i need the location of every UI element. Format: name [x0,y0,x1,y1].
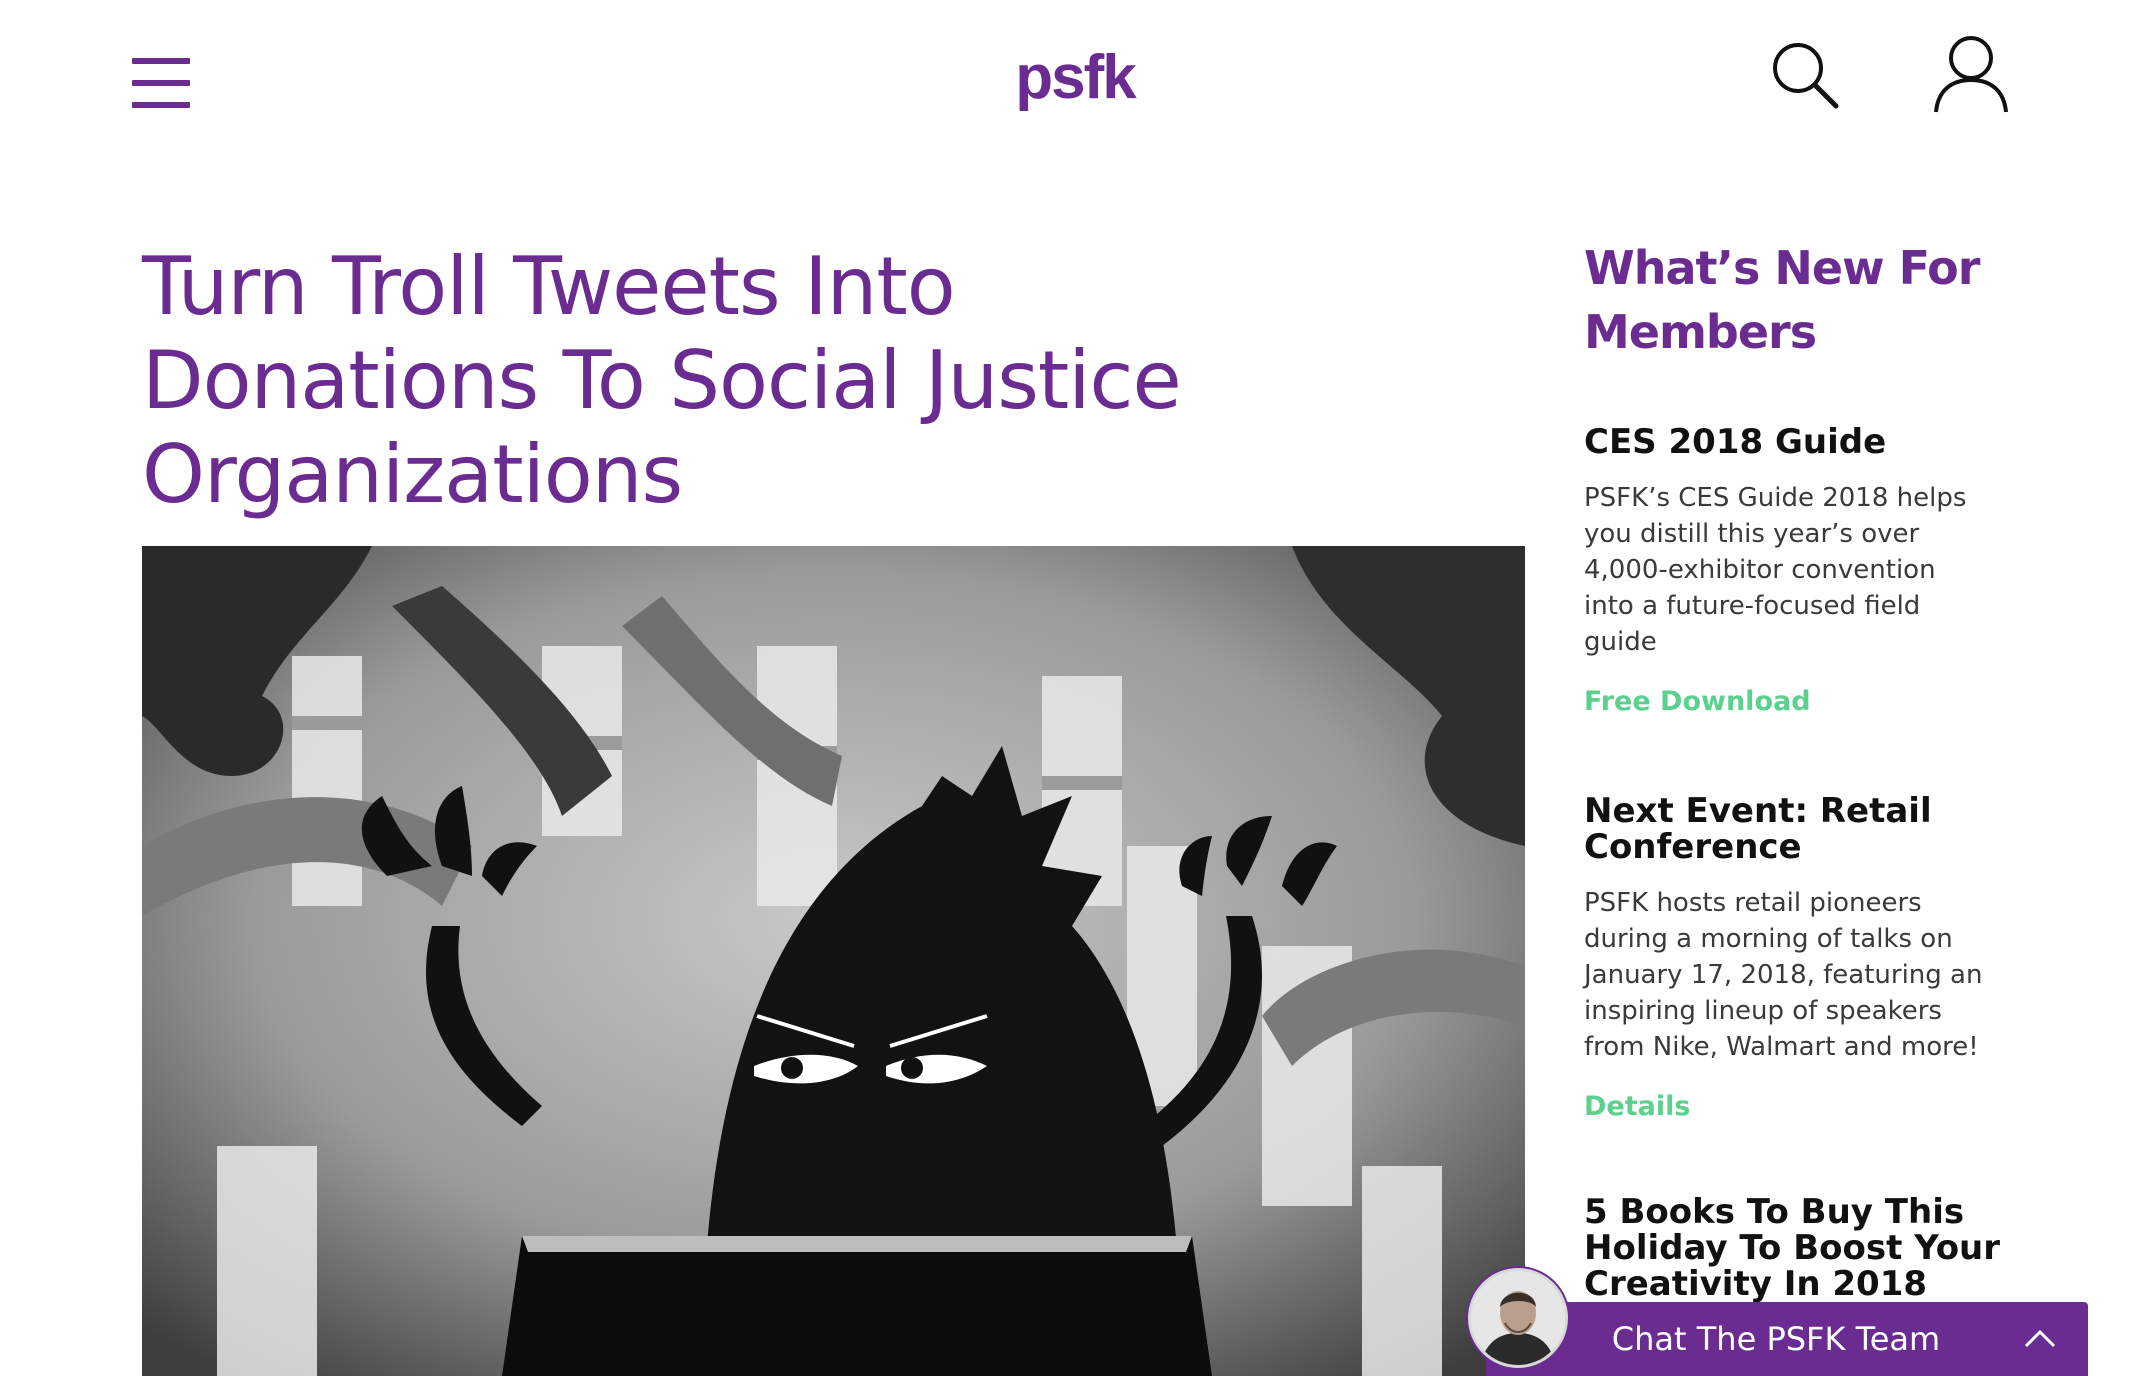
sidebar-item-next-event: Next Event: Retail Conference PSFK hosts… [1584,793,2024,1122]
hamburger-menu-icon[interactable] [126,52,196,114]
avatar[interactable] [1468,1268,1568,1368]
hero-image [142,546,1525,1376]
sidebar-item-title[interactable]: 5 Books To Buy This Holiday To Boost You… [1584,1194,2024,1302]
sidebar-item-title[interactable]: Next Event: Retail Conference [1584,793,2024,865]
user-icon[interactable] [1928,30,2014,116]
search-icon[interactable] [1764,34,1844,114]
article-title: Turn Troll Tweets Into Donations To Soci… [142,240,1542,522]
article-title-line: Turn Troll Tweets Into [142,240,956,333]
chevron-up-icon[interactable] [2020,1324,2060,1354]
sidebar-item-title[interactable]: CES 2018 Guide [1584,424,2024,460]
sidebar-item-ces-guide: CES 2018 Guide PSFK’s CES Guide 2018 hel… [1584,424,2024,717]
chat-label: Chat The PSFK Team [1611,1320,1941,1358]
article-title-line: Organizations [142,428,683,521]
sidebar: What’s New For Members CES 2018 Guide PS… [1584,236,2024,1302]
article-title-line: Donations To Social Justice [142,334,1182,427]
details-link[interactable]: Details [1584,1091,1690,1122]
site-header: psfk [0,0,2144,160]
sidebar-item-books: 5 Books To Buy This Holiday To Boost You… [1584,1194,2024,1302]
sidebar-item-description: PSFK’s CES Guide 2018 helps you distill … [1584,483,1967,657]
sidebar-heading-line: Members [1584,305,1817,359]
site-logo[interactable]: psfk [1000,38,1150,118]
free-download-link[interactable]: Free Download [1584,686,1811,717]
sidebar-heading: What’s New For Members [1584,236,2024,364]
troll-illustration [142,546,1525,1376]
sidebar-heading-line: What’s New For [1584,241,1980,295]
sidebar-item-description: PSFK hosts retail pioneers during a morn… [1584,888,1983,1062]
chat-widget-bar[interactable]: Chat The PSFK Team [1486,1302,2088,1376]
